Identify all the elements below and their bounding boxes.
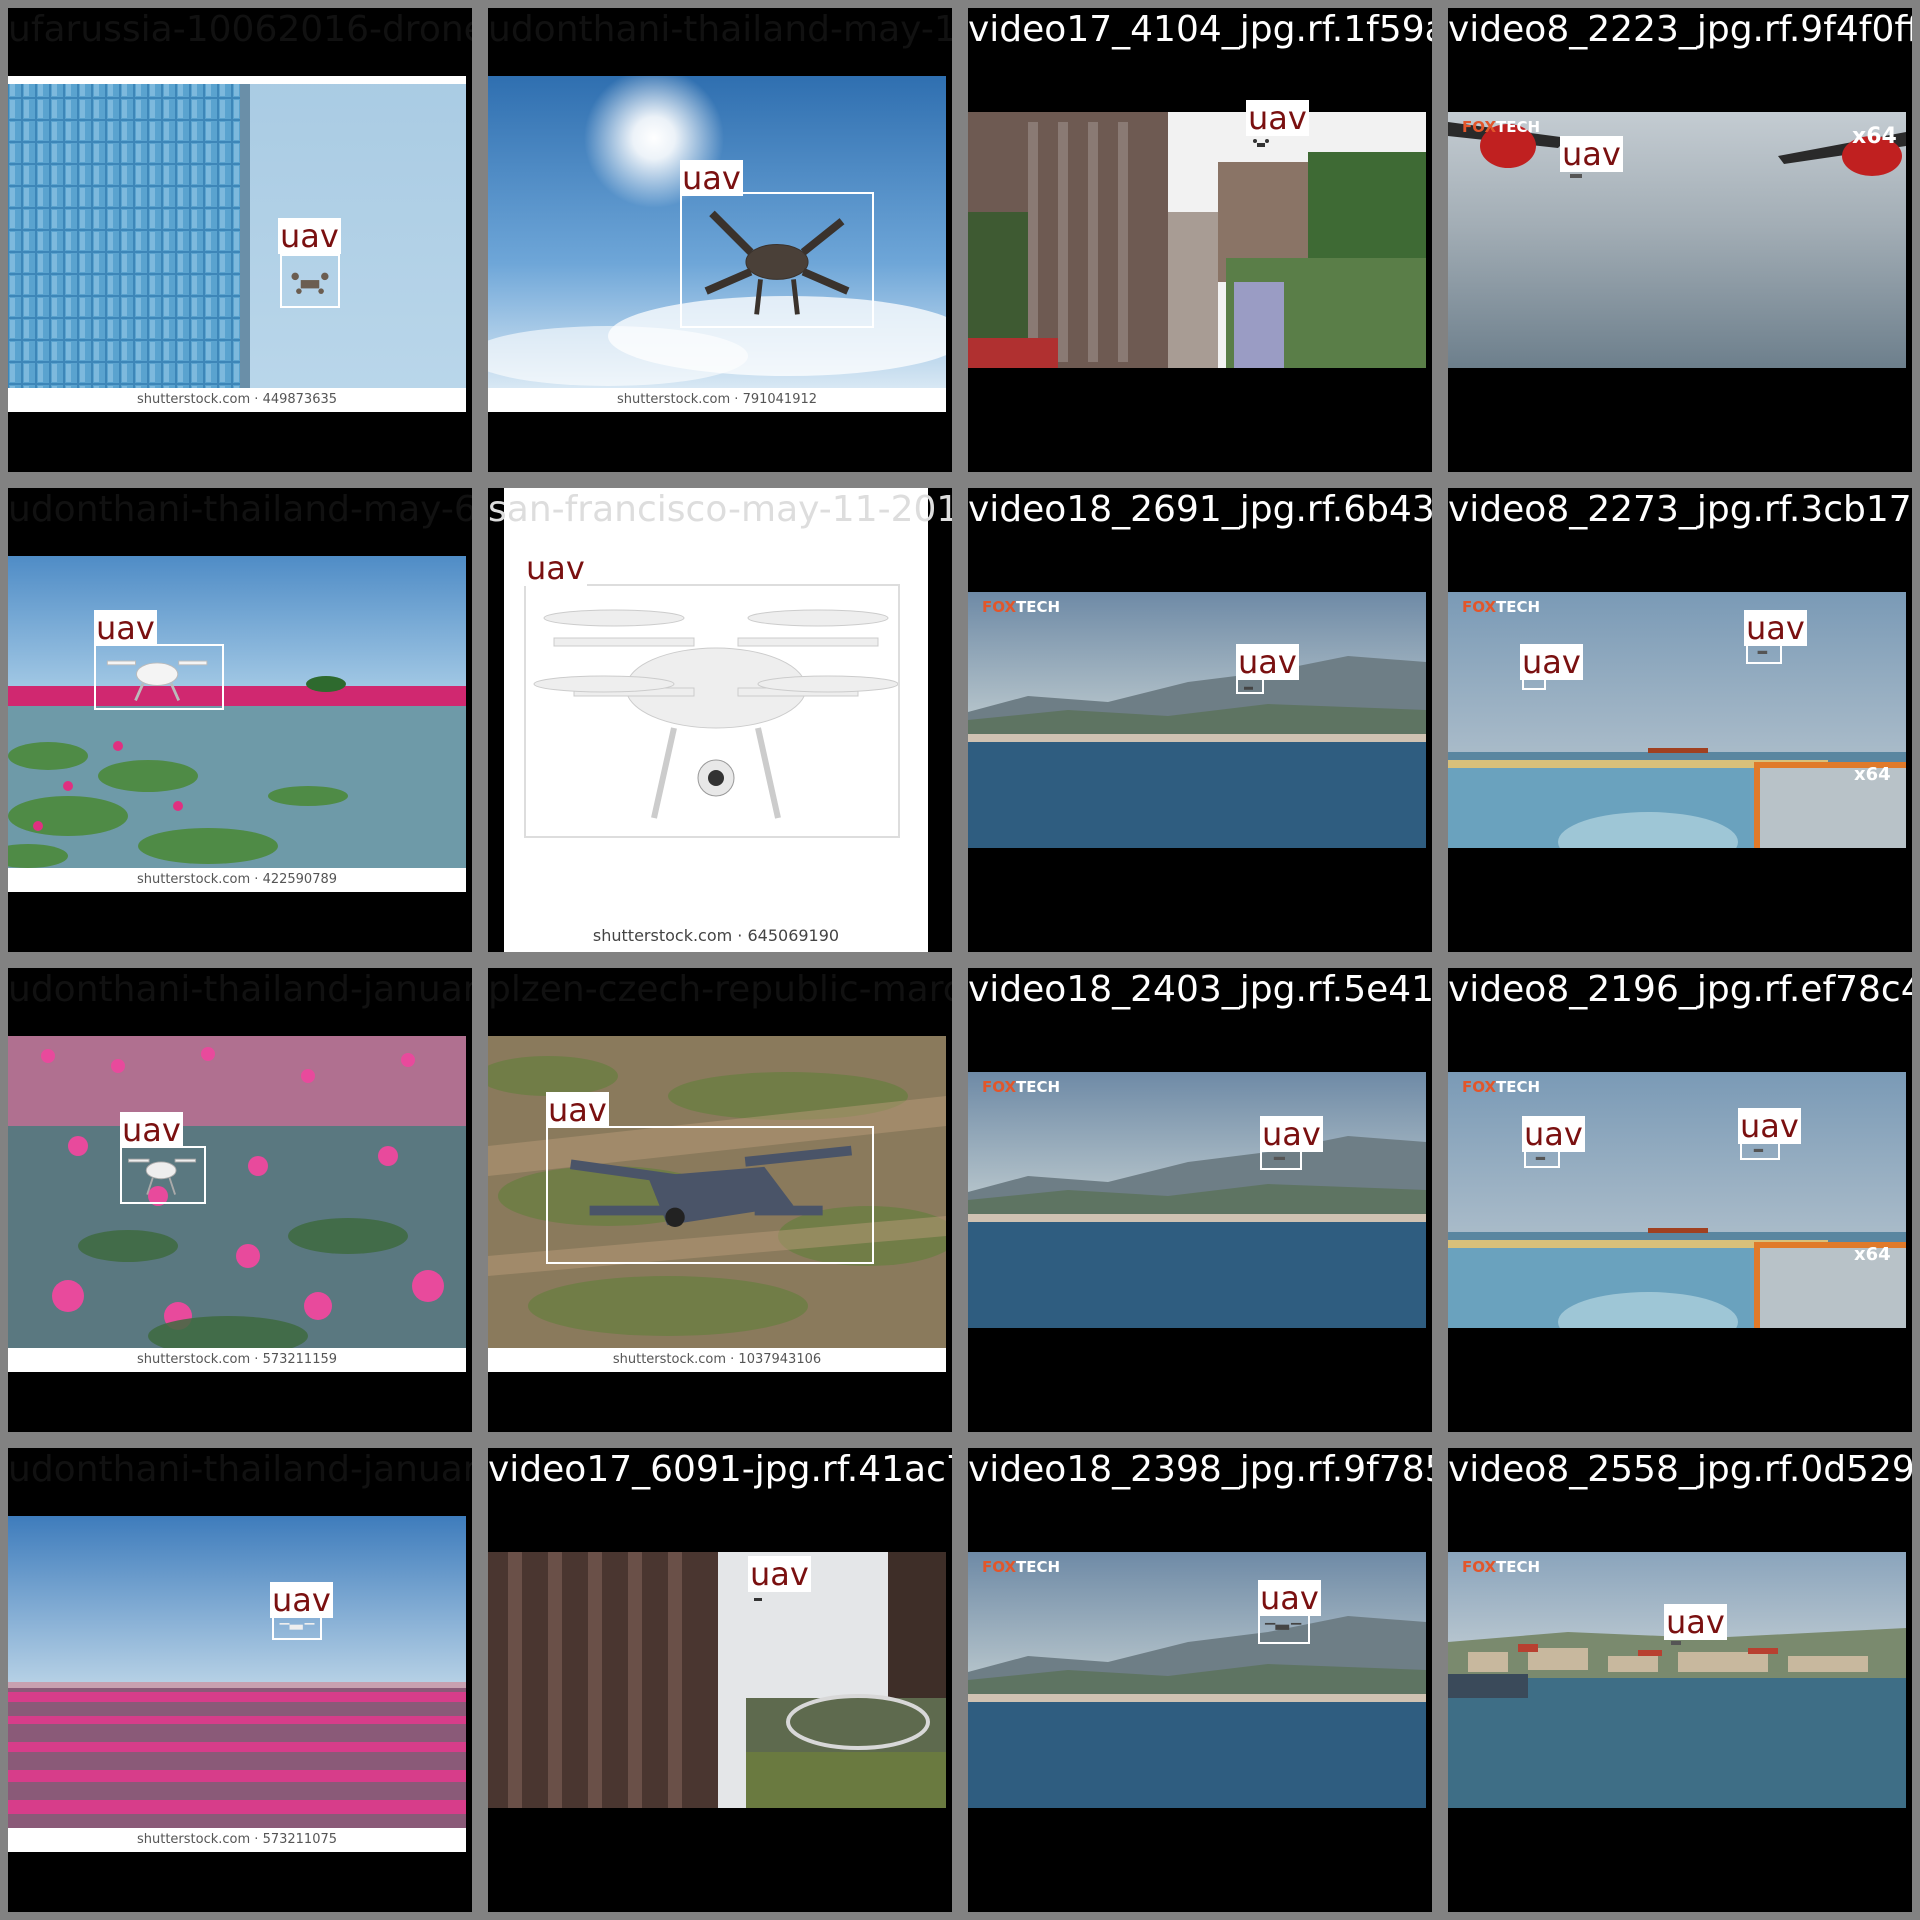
uav-label: uav — [546, 1091, 609, 1129]
mosaic-tile-6: shutterstock.com · 645069190 uav san-fra… — [480, 480, 960, 960]
zoom-badge: x64 — [1854, 764, 1891, 785]
image-filename: udonthani-thailand-january-8-2017 — [8, 1449, 478, 1490]
image-filename: video17_6091-jpg.rf.41ac70f7 — [488, 1449, 952, 1490]
mosaic-tile-1: shutterstock.com · 449873635 uav ufaruss… — [0, 0, 480, 480]
mosaic-tile-11: FOXTECH uav video18_2403_jpg.rf.5e417a — [960, 960, 1440, 1440]
uav-label: uav — [1560, 135, 1623, 173]
zoom-badge: x64 — [1852, 124, 1897, 149]
photo-lotus-lake — [8, 556, 466, 868]
uav-label: uav — [1738, 1107, 1801, 1145]
zoom-badge: x64 — [1854, 1244, 1891, 1265]
mosaic-tile-12: FOXTECH x64 uav uav video8_2196_jpg.rf.e… — [1440, 960, 1920, 1440]
image-credit: shutterstock.com · 573211075 — [8, 1828, 466, 1852]
photo-sea-propellers — [1448, 112, 1906, 368]
image-filename: video8_2558_jpg.rf.0d5296 — [1448, 1449, 1920, 1490]
uav-label: uav — [120, 1111, 183, 1149]
mosaic-tile-16: FOXTECH uav video8_2558_jpg.rf.0d5296 — [1440, 1440, 1920, 1920]
photo-building-sky — [8, 76, 466, 388]
uav-label: uav — [1246, 99, 1309, 137]
image-credit: shutterstock.com · 645069190 — [592, 926, 840, 945]
mosaic-tile-2: shutterstock.com · 791041912 uav udontha… — [480, 0, 960, 480]
uav-label: uav — [1744, 609, 1807, 647]
photo-harbor-mountains — [968, 1072, 1426, 1328]
image-credit: shutterstock.com · 422590789 — [8, 868, 466, 892]
foxtech-logo: FOXTECH — [1462, 1558, 1541, 1576]
uav-label: uav — [1520, 643, 1583, 681]
uav-label: uav — [270, 1581, 333, 1619]
uav-bounding-box — [120, 1146, 206, 1204]
mosaic-tile-13: shutterstock.com · 573211075 uav udontha… — [0, 1440, 480, 1920]
image-filename: video8_2196_jpg.rf.ef78c4f — [1448, 969, 1920, 1010]
uav-bounding-box — [94, 644, 224, 710]
uav-bounding-box — [680, 192, 874, 328]
photo-buildings-overcast — [488, 1552, 946, 1808]
foxtech-logo: FOXTECH — [982, 1558, 1061, 1576]
photo-harbor-mountains — [968, 592, 1426, 848]
uav-label: uav — [680, 159, 743, 197]
image-credit: shutterstock.com · 573211159 — [8, 1348, 466, 1372]
image-filename: video18_2691_jpg.rf.6b4349 — [968, 489, 1440, 530]
foxtech-logo: FOXTECH — [982, 1078, 1061, 1096]
uav-bounding-box — [1258, 1614, 1310, 1644]
image-filename: udonthani-thailand-january-8-2017 — [8, 969, 478, 1010]
uav-label: uav — [748, 1555, 811, 1593]
image-filename: video8_2223_jpg.rf.9f4f0ff0 — [1448, 9, 1920, 50]
image-filename: san-francisco-may-11-2017-645069190 — [488, 489, 960, 530]
image-filename: ufarussia-10062016-drone-flying-near-28 — [8, 9, 480, 50]
photo-pink-lotus — [8, 1036, 466, 1348]
mosaic-tile-5: shutterstock.com · 422590789 uav udontha… — [0, 480, 480, 960]
mosaic-tile-15: FOXTECH uav video18_2398_jpg.rf.9f785e — [960, 1440, 1440, 1920]
mosaic-tile-3: uav video17_4104_jpg.rf.1f59a08 — [960, 0, 1440, 480]
uav-label: uav — [524, 549, 587, 587]
uav-label: uav — [94, 609, 157, 647]
foxtech-logo: FOXTECH — [1462, 1078, 1541, 1096]
image-filename: video17_4104_jpg.rf.1f59a08 — [968, 9, 1432, 50]
image-credit: shutterstock.com · 449873635 — [8, 388, 466, 412]
photo-harbor-town — [1448, 1552, 1906, 1808]
photo-lotus-field-wide — [8, 1516, 466, 1828]
uav-bounding-box — [272, 1616, 322, 1640]
uav-label: uav — [1664, 1603, 1727, 1641]
uav-bounding-box — [1260, 1150, 1302, 1170]
uav-bounding-box — [524, 584, 900, 838]
mosaic-tile-14: uav video17_6091-jpg.rf.41ac70f7 — [480, 1440, 960, 1920]
uav-bounding-box — [546, 1126, 874, 1264]
uav-label: uav — [1522, 1115, 1585, 1153]
photo-city-buildings — [968, 112, 1426, 368]
mosaic-tile-10: shutterstock.com · 1037943106 uav plzen-… — [480, 960, 960, 1440]
uav-label: uav — [1258, 1579, 1321, 1617]
photo-boat-deck-sea — [1448, 592, 1906, 848]
mosaic-tile-4: FOXTECH x64 uav video8_2223_jpg.rf.9f4f0… — [1440, 0, 1920, 480]
image-filename: video18_2403_jpg.rf.5e417a — [968, 969, 1440, 1010]
photo-boat-deck-sea — [1448, 1072, 1906, 1328]
image-filename: plzen-czech-republic-march-03-2018 — [488, 969, 960, 1010]
mosaic-tile-8: FOXTECH x64 uav uav video8_2273_jpg.rf.3… — [1440, 480, 1920, 960]
mosaic-tile-9: shutterstock.com · 573211159 uav udontha… — [0, 960, 480, 1440]
foxtech-logo: FOXTECH — [1462, 118, 1541, 136]
uav-bounding-box — [1746, 644, 1782, 664]
image-credit: shutterstock.com · 1037943106 — [488, 1348, 946, 1372]
image-filename: udonthani-thailand-may-18-2016-791041912 — [488, 9, 957, 50]
uav-label: uav — [278, 217, 341, 255]
foxtech-logo: FOXTECH — [982, 598, 1061, 616]
mosaic-tile-7: FOXTECH uav video18_2691_jpg.rf.6b4349 — [960, 480, 1440, 960]
image-filename: udonthani-thailand-may-6-2016-422590789 — [8, 489, 477, 530]
image-filename: video18_2398_jpg.rf.9f785e — [968, 1449, 1440, 1490]
image-filename: video8_2273_jpg.rf.3cb17fe — [1448, 489, 1920, 530]
foxtech-logo: FOXTECH — [1462, 598, 1541, 616]
uav-label: uav — [1236, 643, 1299, 681]
photo-harbor-mountains — [968, 1552, 1426, 1808]
uav-bounding-box — [280, 254, 340, 308]
uav-bounding-box — [1250, 134, 1272, 156]
uav-label: uav — [1260, 1115, 1323, 1153]
image-credit: shutterstock.com · 791041912 — [488, 388, 946, 412]
